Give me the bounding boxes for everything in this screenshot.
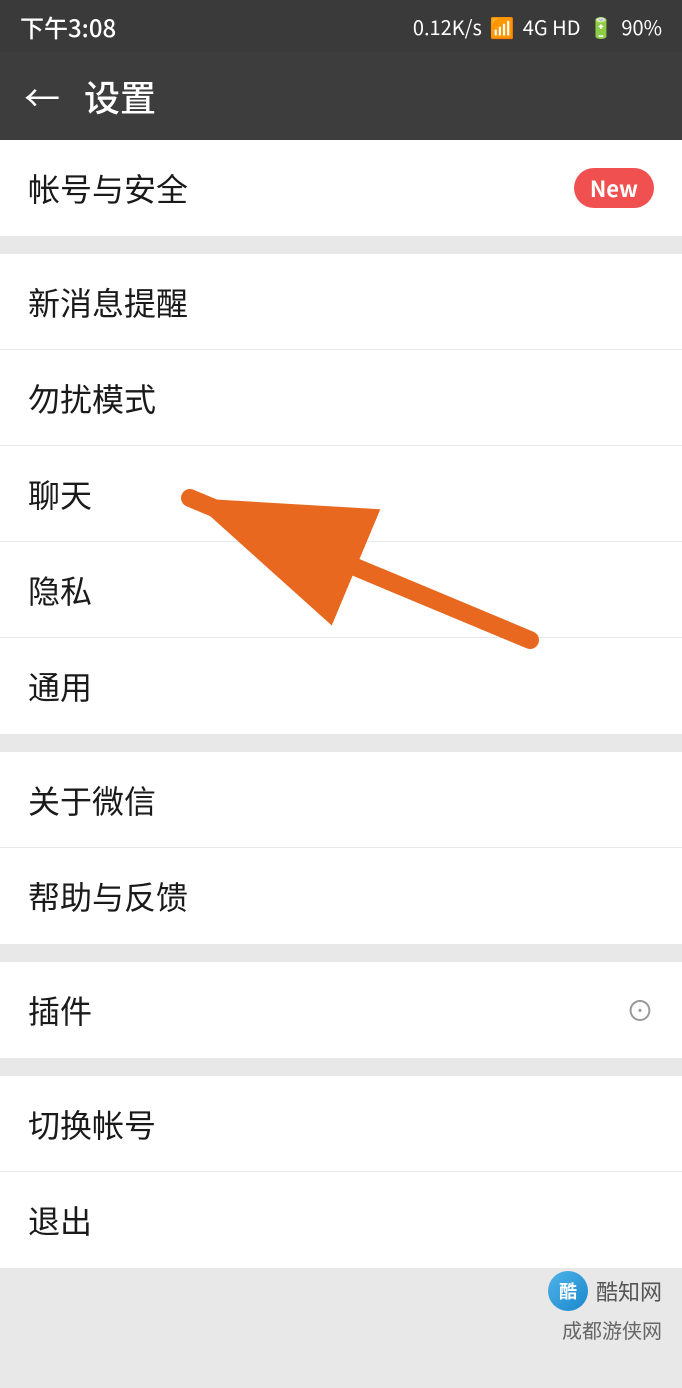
watermark-site1: 酷知网 — [596, 1275, 662, 1307]
account-security-badge: New — [574, 168, 654, 208]
watermark-logo-icon: 酷 — [548, 1271, 588, 1311]
menu-item-switch-account[interactable]: 切换帐号 — [0, 1076, 682, 1172]
menu-group-account: 帐号与安全 New — [0, 140, 682, 236]
battery-percent: 90% — [621, 12, 662, 41]
menu-group-plugins: 插件 ⊙ — [0, 962, 682, 1058]
menu-item-new-message[interactable]: 新消息提醒 — [0, 254, 682, 350]
status-time: 下午3:08 — [20, 9, 116, 44]
menu-group-account-actions: 切换帐号 退出 — [0, 1076, 682, 1268]
plugins-label: 插件 — [28, 987, 616, 1033]
section-divider-2 — [0, 734, 682, 752]
switch-account-label: 切换帐号 — [28, 1101, 654, 1147]
chat-label: 聊天 — [28, 471, 654, 517]
menu-item-dnd[interactable]: 勿扰模式 — [0, 350, 682, 446]
account-security-label: 帐号与安全 — [28, 165, 558, 211]
new-message-label: 新消息提醒 — [28, 279, 654, 325]
menu-item-chat[interactable]: 聊天 — [0, 446, 682, 542]
help-feedback-label: 帮助与反馈 — [28, 873, 654, 919]
menu-item-plugins[interactable]: 插件 ⊙ — [0, 962, 682, 1058]
status-bar: 下午3:08 0.12K/s 📶 4G HD 🔋 90% — [0, 0, 682, 52]
status-right: 0.12K/s 📶 4G HD 🔋 90% — [413, 12, 662, 41]
general-label: 通用 — [28, 663, 654, 709]
about-wechat-label: 关于微信 — [28, 777, 654, 823]
toolbar: ← 设置 — [0, 52, 682, 140]
privacy-label: 隐私 — [28, 567, 654, 613]
plugins-settings-icon: ⊙ — [626, 990, 654, 1030]
menu-item-account-security[interactable]: 帐号与安全 New — [0, 140, 682, 236]
page-title: 设置 — [84, 70, 156, 122]
network-speed: 0.12K/s — [413, 12, 482, 41]
menu-item-about-wechat[interactable]: 关于微信 — [0, 752, 682, 848]
signal-icon: 📶 — [490, 12, 515, 41]
logout-label: 退出 — [28, 1197, 654, 1243]
menu-group-about: 关于微信 帮助与反馈 — [0, 752, 682, 944]
section-divider-4 — [0, 1058, 682, 1076]
section-divider-3 — [0, 944, 682, 962]
watermark: 酷 酷知网 成都游侠网 — [548, 1271, 662, 1344]
dnd-label: 勿扰模式 — [28, 375, 654, 421]
network-type: 4G HD — [523, 12, 581, 41]
battery-indicator: 🔋 — [588, 12, 613, 41]
menu-item-help-feedback[interactable]: 帮助与反馈 — [0, 848, 682, 944]
back-button[interactable]: ← — [24, 78, 60, 114]
menu-item-privacy[interactable]: 隐私 — [0, 542, 682, 638]
menu-group-settings: 新消息提醒 勿扰模式 聊天 隐私 通用 — [0, 254, 682, 734]
watermark-site2: 成都游侠网 — [548, 1315, 662, 1344]
menu-item-general[interactable]: 通用 — [0, 638, 682, 734]
menu-item-logout[interactable]: 退出 — [0, 1172, 682, 1268]
section-divider-1 — [0, 236, 682, 254]
